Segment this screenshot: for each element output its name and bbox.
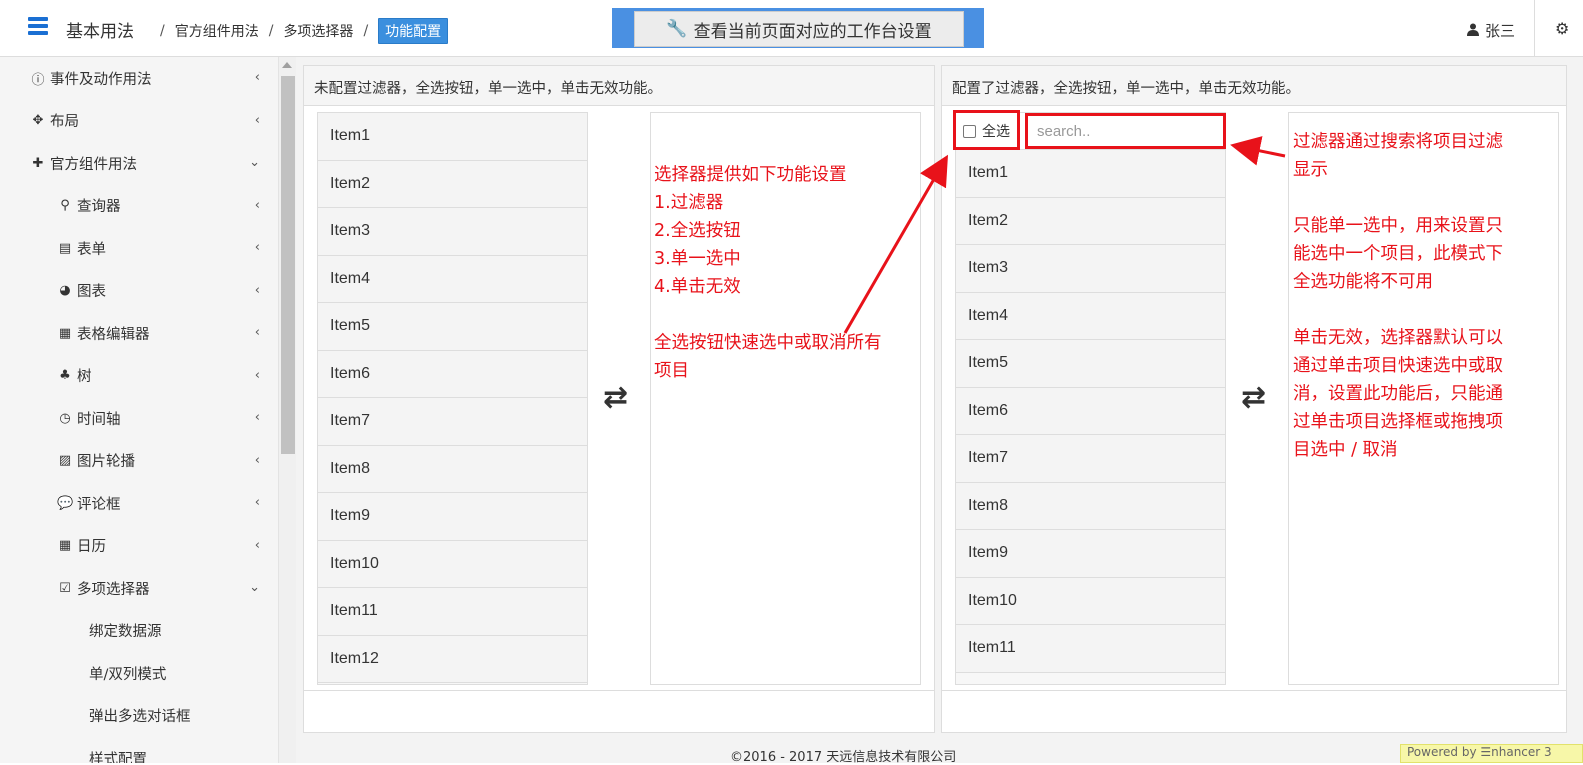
copyright-text: ©2016 - 2017 天远信息技术有限公司: [730, 750, 957, 765]
powered-by-badge[interactable]: Powered by ☰nhancer 3: [1400, 744, 1583, 763]
arrow-to-search: [1230, 136, 1286, 166]
annotation-arrows: [843, 136, 1286, 334]
arrow-to-select-all: [843, 154, 949, 334]
